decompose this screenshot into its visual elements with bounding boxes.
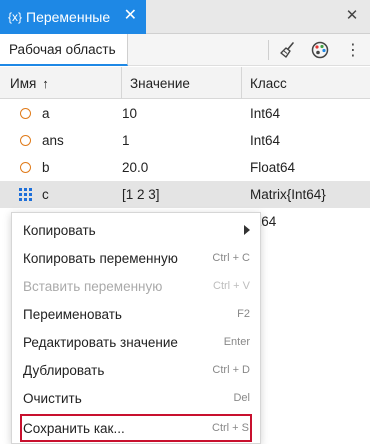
table-row[interactable]: b 20.0 Float64 bbox=[0, 154, 370, 181]
variable-name: a bbox=[42, 106, 50, 121]
scalar-circle-icon bbox=[18, 154, 32, 181]
menu-item-edit-value[interactable]: Редактировать значение Enter bbox=[12, 328, 260, 356]
variable-value: 1 bbox=[122, 133, 130, 148]
menu-item-shortcut: F2 bbox=[237, 308, 250, 320]
column-divider[interactable] bbox=[241, 67, 242, 99]
variable-name: b bbox=[42, 160, 50, 175]
menu-item-shortcut: Enter bbox=[223, 336, 250, 348]
submenu-arrow-icon bbox=[244, 225, 250, 235]
variables-icon: {x} bbox=[8, 10, 23, 24]
toolbar-divider bbox=[268, 40, 269, 60]
variable-name: ans bbox=[42, 133, 64, 148]
column-header-value[interactable]: Значение bbox=[130, 67, 190, 99]
tab-close-icon[interactable]: ✕ bbox=[124, 7, 137, 25]
column-name-label: Имя bbox=[10, 75, 37, 91]
menu-item-shortcut: Ctrl + V bbox=[213, 280, 250, 292]
menu-item-label: Копировать переменную bbox=[23, 250, 178, 266]
variable-class: Int64 bbox=[250, 133, 281, 148]
panel-titlebar: {x} Переменные ✕ ✕ bbox=[0, 0, 370, 34]
menu-item-copy-variable[interactable]: Копировать переменную Ctrl + C bbox=[12, 244, 260, 272]
table-header: Имя ↑ Значение Класс bbox=[0, 67, 370, 99]
menu-item-paste-variable[interactable]: Вставить переменную Ctrl + V bbox=[12, 272, 260, 300]
menu-item-shortcut: Ctrl + S bbox=[212, 422, 249, 434]
tab-workspace[interactable]: Рабочая область bbox=[0, 34, 128, 66]
column-header-name[interactable]: Имя ↑ bbox=[10, 67, 49, 99]
palette-icon[interactable] bbox=[309, 39, 331, 61]
menu-item-label: Редактировать значение bbox=[23, 334, 178, 350]
clear-broom-icon[interactable] bbox=[277, 39, 299, 61]
menu-item-save-as[interactable]: Сохранить как... Ctrl + S bbox=[20, 414, 252, 442]
menu-item-label: Дублировать bbox=[23, 362, 105, 378]
toolbar: Рабочая область ⋮ bbox=[0, 34, 370, 66]
menu-item-rename[interactable]: Переименовать F2 bbox=[12, 300, 260, 328]
menu-item-label: Копировать bbox=[23, 222, 96, 238]
column-divider[interactable] bbox=[121, 67, 122, 99]
variable-value: [1 2 3] bbox=[122, 187, 160, 202]
scalar-circle-icon bbox=[18, 127, 32, 154]
matrix-grid-icon bbox=[18, 181, 32, 208]
panel-close-icon[interactable]: ✕ bbox=[344, 8, 360, 24]
menu-item-duplicate[interactable]: Дублировать Ctrl + D bbox=[12, 356, 260, 384]
menu-item-label: Вставить переменную bbox=[23, 278, 163, 294]
panel-title: Переменные bbox=[26, 9, 111, 25]
variable-name: c bbox=[42, 187, 49, 202]
variable-value: 20.0 bbox=[122, 160, 149, 175]
menu-item-shortcut: Ctrl + D bbox=[212, 364, 250, 376]
column-header-class[interactable]: Класс bbox=[250, 67, 287, 99]
menu-item-copy[interactable]: Копировать bbox=[12, 216, 260, 244]
table-row-selected[interactable]: c [1 2 3] Matrix{Int64} bbox=[0, 181, 370, 208]
variable-value: 10 bbox=[122, 106, 138, 121]
variable-class: Int64 bbox=[250, 106, 281, 121]
menu-item-label: Сохранить как... bbox=[23, 420, 125, 436]
variables-panel-tab[interactable]: {x} Переменные ✕ bbox=[0, 0, 146, 34]
table-row[interactable]: ans 1 Int64 bbox=[0, 127, 370, 154]
menu-item-shortcut: Ctrl + C bbox=[212, 252, 250, 264]
variable-class: Matrix{Int64} bbox=[250, 187, 326, 202]
variable-class: Float64 bbox=[250, 160, 296, 175]
menu-item-clear[interactable]: Очистить Del bbox=[12, 384, 260, 412]
context-menu: Копировать Копировать переменную Ctrl + … bbox=[11, 212, 261, 444]
table-row[interactable]: a 10 Int64 bbox=[0, 100, 370, 127]
menu-item-label: Переименовать bbox=[23, 306, 122, 322]
more-options-icon[interactable]: ⋮ bbox=[342, 39, 364, 61]
sort-ascending-icon: ↑ bbox=[42, 75, 49, 91]
menu-item-shortcut: Del bbox=[233, 392, 250, 404]
scalar-circle-icon bbox=[18, 100, 32, 127]
menu-item-label: Очистить bbox=[23, 390, 82, 406]
